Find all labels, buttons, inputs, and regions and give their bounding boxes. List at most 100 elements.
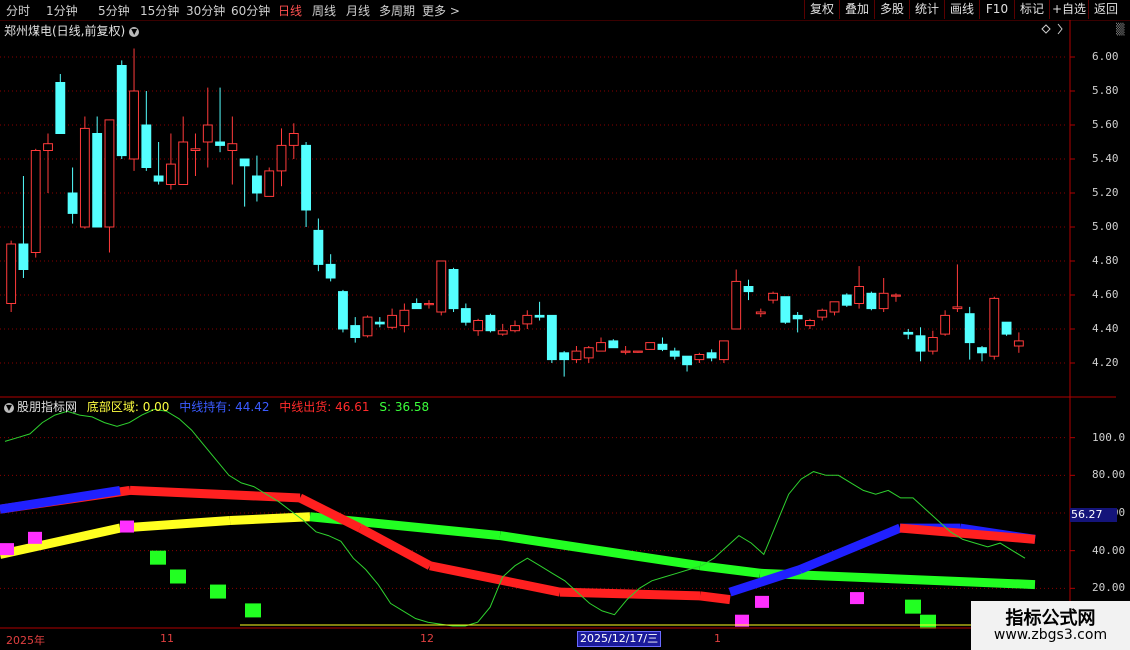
candle-body	[43, 143, 53, 151]
candle-body	[743, 286, 754, 293]
candle-body	[264, 170, 275, 197]
candle-body	[92, 133, 103, 228]
tab-daily[interactable]: 日线	[278, 2, 302, 19]
candle-body	[215, 141, 225, 146]
tab-weekly[interactable]: 周线	[312, 2, 336, 19]
candle-body	[202, 124, 213, 143]
candle-body	[497, 330, 508, 335]
indicator-tick-label: 100.0	[1092, 430, 1126, 444]
s-value: S: 36.58	[379, 400, 430, 414]
candle-body	[30, 150, 41, 253]
x-label-dec: 12	[420, 632, 434, 645]
candle-body	[129, 90, 139, 160]
price-tick-label: 4.40	[1092, 322, 1119, 335]
draw-line-button[interactable]: 画线	[944, 0, 979, 19]
diamond-icon[interactable]	[1041, 24, 1051, 34]
candles	[6, 48, 1024, 377]
candle-body	[731, 280, 742, 330]
candle-body	[18, 243, 29, 270]
price-tick-label: 6.00	[1092, 50, 1119, 63]
candle-body	[153, 175, 164, 182]
candle-body	[792, 314, 803, 320]
magenta-block	[120, 520, 134, 533]
chevron-right-icon[interactable]	[1057, 23, 1063, 35]
candle-body	[325, 263, 336, 279]
green-block	[245, 603, 261, 618]
candle-body	[669, 350, 680, 357]
red-band-right	[899, 523, 1036, 544]
price-tick-label: 5.00	[1092, 220, 1119, 233]
candle-body	[104, 119, 115, 228]
tab-30min[interactable]: 30分钟	[186, 2, 225, 19]
candle-body	[989, 297, 1000, 357]
multi-stock-button[interactable]: 多股	[874, 0, 909, 19]
green-band	[499, 531, 701, 571]
candle-body	[583, 347, 594, 359]
candle-body	[817, 309, 828, 318]
candle-body	[706, 352, 717, 359]
collapse-icon[interactable]: ▼	[4, 402, 14, 413]
magenta-block	[850, 592, 864, 605]
candle-body	[399, 309, 410, 327]
indicator-tick-label: 40.00	[1092, 543, 1126, 557]
tab-multi-period[interactable]: 多周期	[379, 2, 415, 19]
candle-body	[510, 325, 520, 332]
green-block	[210, 584, 226, 599]
back-button[interactable]: 返回	[1088, 0, 1123, 19]
indicator-title: ▼ 股朋指标网 底部区域: 0.00 中线持有: 44.42 中线出货: 46.6…	[4, 398, 435, 415]
candle-body	[485, 314, 496, 332]
mark-button[interactable]: 标记	[1014, 0, 1049, 19]
candle-body	[67, 192, 78, 214]
indicator-plot	[0, 408, 1068, 629]
candle-body	[927, 337, 938, 352]
candle-body	[768, 292, 778, 301]
blue-band-right	[798, 523, 902, 574]
candle-body	[387, 314, 398, 328]
candle-body	[448, 269, 459, 310]
tab-monthly[interactable]: 月线	[346, 2, 370, 19]
candle-body	[657, 343, 668, 350]
price-tick-label: 5.40	[1092, 152, 1119, 165]
candle-body	[374, 321, 385, 325]
tab-60min[interactable]: 60分钟	[231, 2, 270, 19]
candle-body	[276, 144, 287, 172]
candle-body	[620, 350, 631, 353]
statistics-button[interactable]: 统计	[909, 0, 944, 19]
cursor-date: 2025/12/17/三	[577, 631, 662, 647]
watermark: 指标公式网 www.zbgs3.com	[971, 601, 1130, 650]
candle-body	[841, 294, 852, 306]
candle-body	[866, 292, 877, 310]
red-band	[357, 524, 433, 570]
candle-body	[645, 342, 656, 350]
candle-body	[755, 311, 766, 315]
tab-timeshare[interactable]: 分时	[6, 2, 30, 19]
candle-body	[252, 175, 262, 194]
watermark-url: www.zbgs3.com	[993, 627, 1108, 643]
candle-body	[608, 340, 619, 349]
green-band	[759, 568, 1036, 590]
green-block	[905, 599, 921, 614]
candle-body	[55, 82, 66, 134]
candle-body	[6, 243, 17, 304]
f10-button[interactable]: F10	[979, 0, 1014, 19]
tab-15min[interactable]: 15分钟	[140, 2, 179, 19]
add-watchlist-button[interactable]: +自选	[1049, 0, 1088, 19]
candle-body	[116, 65, 127, 157]
candle-body	[1001, 321, 1012, 335]
candle-body	[239, 158, 250, 167]
tab-5min[interactable]: 5分钟	[98, 2, 130, 19]
chevron-down-icon[interactable]: ▼	[129, 26, 140, 37]
candle-body	[891, 294, 901, 297]
candle-body	[288, 133, 299, 146]
candle-body	[571, 350, 582, 361]
price-chart[interactable]	[0, 20, 1116, 650]
tab-1min[interactable]: 1分钟	[46, 2, 78, 19]
magenta-block	[755, 595, 769, 608]
candle-body	[522, 314, 533, 325]
candle-body	[227, 143, 238, 151]
overlay-button[interactable]: 叠加	[839, 0, 874, 19]
candle-body	[424, 303, 434, 306]
x-label-year: 2025年	[6, 634, 45, 647]
restore-rights-button[interactable]: 复权	[804, 0, 839, 19]
tab-more[interactable]: 更多 >	[422, 2, 460, 19]
